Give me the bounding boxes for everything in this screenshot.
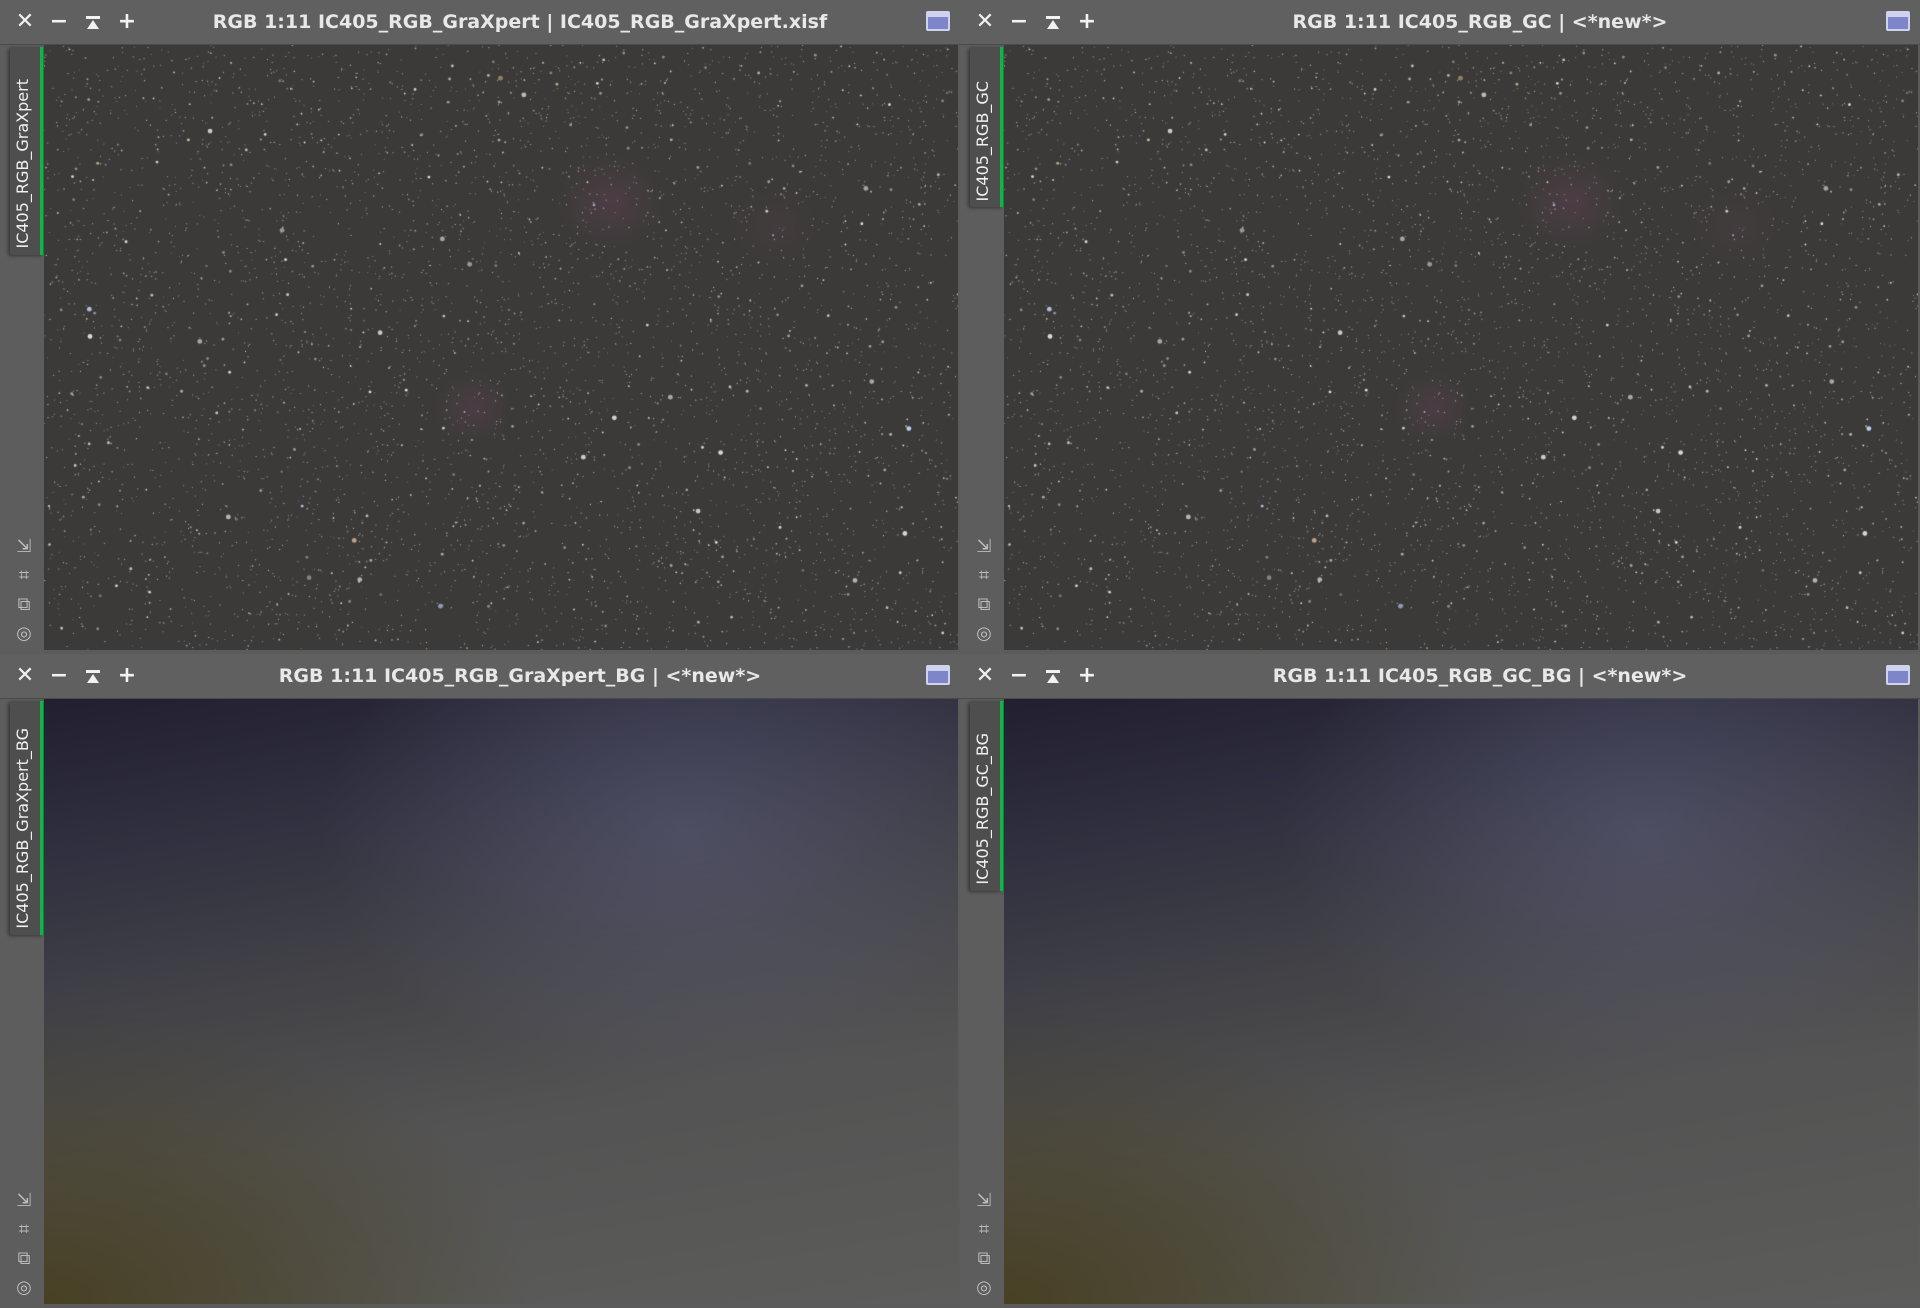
- window-sidebar: IC405_RGB_GC ⇲ ⌗ ⧉ ◎: [960, 45, 1004, 654]
- view-tab[interactable]: IC405_RGB_GraXpert_BG: [10, 701, 43, 935]
- view-tab[interactable]: IC405_RGB_GC_BG: [970, 701, 1003, 891]
- clone-icon[interactable]: ⧉: [974, 1249, 994, 1269]
- shade-icon[interactable]: [1040, 9, 1066, 35]
- maximize-icon[interactable]: [926, 11, 950, 31]
- view-tab-label: IC405_RGB_GC_BG: [973, 733, 992, 885]
- close-icon[interactable]: ✕: [12, 663, 38, 689]
- window-sidebar: IC405_RGB_GC_BG ⇲ ⌗ ⧉ ◎: [960, 699, 1004, 1308]
- shade-icon[interactable]: [1040, 663, 1066, 689]
- window-titlebar[interactable]: ✕ − + RGB 1:11 IC405_RGB_GraXpert | IC40…: [0, 0, 960, 45]
- minimize-icon[interactable]: −: [46, 9, 72, 35]
- resize-icon[interactable]: ⇲: [974, 1191, 994, 1211]
- add-icon[interactable]: +: [114, 663, 140, 689]
- clone-icon[interactable]: ⧉: [974, 595, 994, 615]
- window-titlebar[interactable]: ✕ − + RGB 1:11 IC405_RGB_GC_BG | <*new*>: [960, 654, 1920, 699]
- target-icon[interactable]: ◎: [14, 1278, 34, 1298]
- window-titlebar[interactable]: ✕ − + RGB 1:11 IC405_RGB_GC | <*new*>: [960, 0, 1920, 45]
- view-tab[interactable]: IC405_RGB_GraXpert: [10, 47, 43, 255]
- window-titlebar[interactable]: ✕ − + RGB 1:11 IC405_RGB_GraXpert_BG | <…: [0, 654, 960, 699]
- clone-icon[interactable]: ⧉: [14, 595, 34, 615]
- image-window: ✕ − + RGB 1:11 IC405_RGB_GraXpert | IC40…: [0, 0, 960, 654]
- add-icon[interactable]: +: [1074, 663, 1100, 689]
- view-tab-label: IC405_RGB_GraXpert_BG: [13, 728, 32, 929]
- star-image: [1004, 45, 1918, 650]
- image-window: ✕ − + RGB 1:11 IC405_RGB_GC | <*new*> IC…: [960, 0, 1920, 654]
- crop-icon[interactable]: ⌗: [14, 566, 34, 586]
- crop-icon[interactable]: ⌗: [14, 1220, 34, 1240]
- crop-icon[interactable]: ⌗: [974, 1220, 994, 1240]
- target-icon[interactable]: ◎: [974, 624, 994, 644]
- add-icon[interactable]: +: [1074, 9, 1100, 35]
- clone-icon[interactable]: ⧉: [14, 1249, 34, 1269]
- maximize-icon[interactable]: [1886, 11, 1910, 31]
- window-title: RGB 1:11 IC405_RGB_GraXpert_BG | <*new*>: [278, 665, 762, 687]
- window-sidebar: IC405_RGB_GraXpert ⇲ ⌗ ⧉ ◎: [0, 45, 44, 654]
- minimize-icon[interactable]: −: [1006, 663, 1032, 689]
- maximize-icon[interactable]: [1886, 665, 1910, 685]
- image-window: ✕ − + RGB 1:11 IC405_RGB_GraXpert_BG | <…: [0, 654, 960, 1308]
- shade-icon[interactable]: [80, 663, 106, 689]
- image-window: ✕ − + RGB 1:11 IC405_RGB_GC_BG | <*new*>…: [960, 654, 1920, 1308]
- target-icon[interactable]: ◎: [14, 624, 34, 644]
- shade-icon[interactable]: [80, 9, 106, 35]
- minimize-icon[interactable]: −: [1006, 9, 1032, 35]
- star-image: [44, 45, 958, 650]
- close-icon[interactable]: ✕: [972, 663, 998, 689]
- maximize-icon[interactable]: [926, 665, 950, 685]
- image-viewport[interactable]: [1004, 45, 1918, 650]
- view-tab-label: IC405_RGB_GraXpert: [13, 79, 32, 249]
- view-tab[interactable]: IC405_RGB_GC: [970, 47, 1003, 207]
- resize-icon[interactable]: ⇲: [974, 537, 994, 557]
- crop-icon[interactable]: ⌗: [974, 566, 994, 586]
- image-viewport[interactable]: [44, 45, 958, 650]
- window-sidebar: IC405_RGB_GraXpert_BG ⇲ ⌗ ⧉ ◎: [0, 699, 44, 1308]
- add-icon[interactable]: +: [114, 9, 140, 35]
- close-icon[interactable]: ✕: [972, 9, 998, 35]
- background-model-image[interactable]: [44, 699, 958, 1304]
- window-title: RGB 1:11 IC405_RGB_GraXpert | IC405_RGB_…: [212, 11, 828, 33]
- window-title: RGB 1:11 IC405_RGB_GC_BG | <*new*>: [1272, 665, 1688, 687]
- view-tab-label: IC405_RGB_GC: [973, 80, 992, 202]
- background-model-image[interactable]: [1004, 699, 1918, 1304]
- resize-icon[interactable]: ⇲: [14, 537, 34, 557]
- resize-icon[interactable]: ⇲: [14, 1191, 34, 1211]
- window-title: RGB 1:11 IC405_RGB_GC | <*new*>: [1292, 11, 1668, 33]
- close-icon[interactable]: ✕: [12, 9, 38, 35]
- target-icon[interactable]: ◎: [974, 1278, 994, 1298]
- minimize-icon[interactable]: −: [46, 663, 72, 689]
